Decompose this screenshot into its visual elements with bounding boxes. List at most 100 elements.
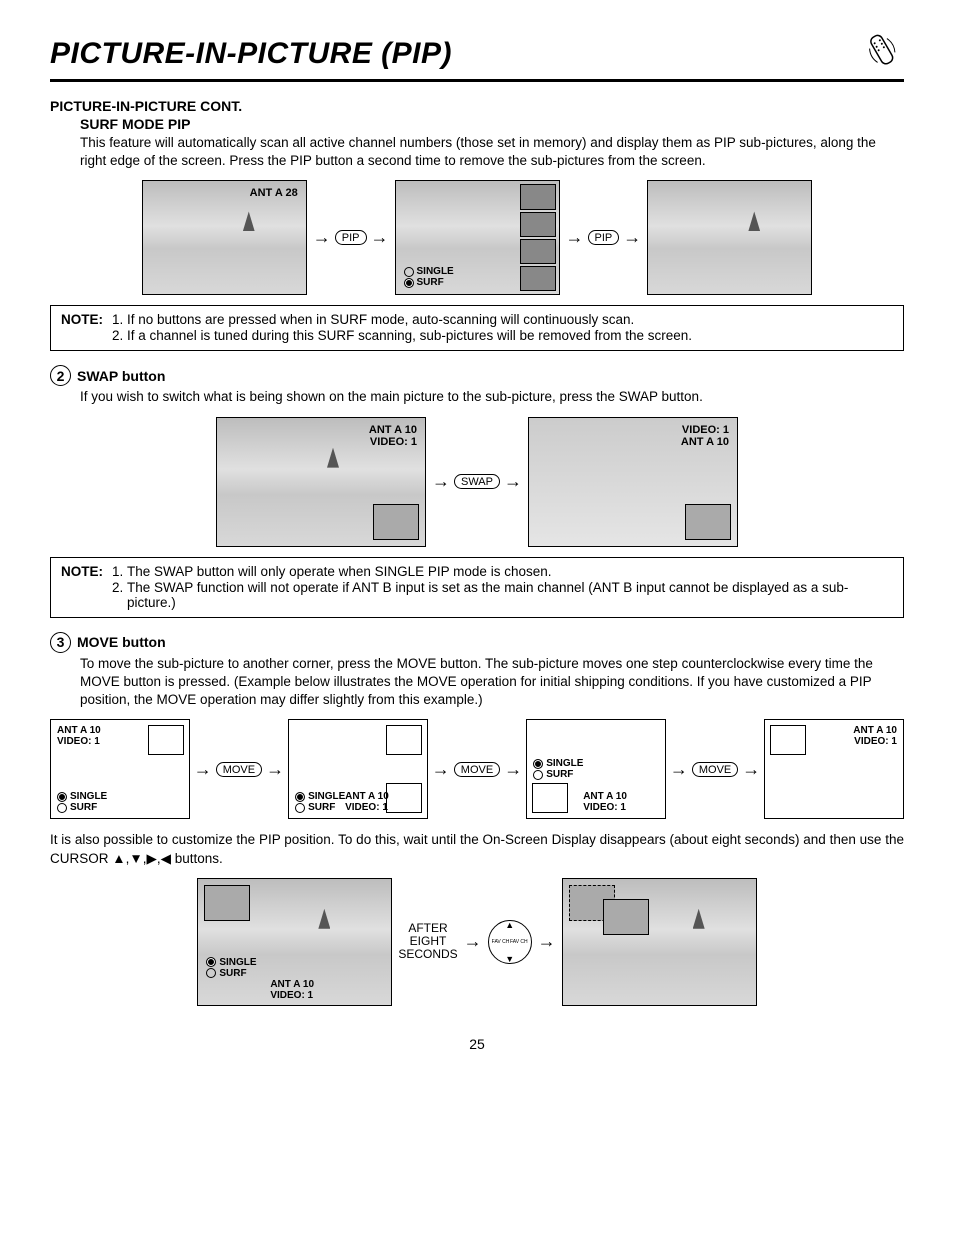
radio-group: SINGLE SURF [295, 791, 345, 813]
page-number: 25 [50, 1036, 904, 1052]
arrow-icon: → [504, 759, 522, 780]
osd-line: VIDEO: 1 [853, 736, 897, 747]
arrow-icon: → [371, 227, 389, 248]
radio-surf-label: SURF [417, 277, 444, 288]
arrow-icon: → [266, 759, 284, 780]
fav-ch-label: FAV CH [492, 939, 510, 945]
sub-picture [532, 783, 568, 813]
arrow-icon: → [538, 931, 556, 952]
move-body: To move the sub-picture to another corne… [80, 655, 904, 710]
osd-line: ANT A 10 [57, 725, 101, 736]
osd-move-3: ANT A 10 VIDEO: 1 [583, 791, 627, 813]
osd-swap-left: ANT A 10 VIDEO: 1 [369, 424, 417, 448]
osd-line: ANT A 10 [853, 725, 897, 736]
arrow-icon: → [623, 227, 641, 248]
osd-swap-right: VIDEO: 1 ANT A 10 [681, 424, 729, 448]
osd-line: ANT A 10 [270, 979, 314, 990]
screen-custom-1: SINGLE SURF ANT A 10 VIDEO: 1 [197, 878, 392, 1006]
surf-diagram: ANT A 28 → PIP → SINGLE SURF → PIP → [50, 180, 904, 295]
note2-item-1: The SWAP button will only operate when S… [127, 564, 893, 579]
arrow-icon: → [504, 471, 522, 492]
note-tag: NOTE: [61, 312, 103, 344]
osd-line: VIDEO: 1 [583, 802, 627, 813]
customize-diagram: SINGLE SURF ANT A 10 VIDEO: 1 AFTER EIGH… [50, 878, 904, 1006]
radio-group: SINGLE SURF [533, 758, 583, 780]
radio-single-label: SINGLE [70, 791, 107, 802]
radio-surf-label: SURF [546, 769, 573, 780]
cursor-pad-icon[interactable]: ▲▼ FAV CH FAV CH [488, 920, 532, 964]
radio-single-label: SINGLE [546, 758, 583, 769]
osd-line: ANT A 10 [583, 791, 627, 802]
move-button[interactable]: MOVE [454, 762, 500, 777]
sub-picture [864, 785, 898, 813]
surf-body: This feature will automatically scan all… [80, 134, 904, 170]
screen-surf-2: SINGLE SURF [395, 180, 560, 295]
sub-picture [148, 725, 184, 755]
after-line: SECONDS [398, 948, 457, 961]
heading-swap: SWAP button [77, 368, 165, 384]
sub-picture [386, 725, 422, 755]
arrow-icon: → [194, 759, 212, 780]
radio-surf-label: SURF [219, 968, 246, 979]
radio-single-label: SINGLE [417, 266, 454, 277]
note-box-1: NOTE: If no buttons are pressed when in … [50, 305, 904, 351]
sub-picture [386, 783, 422, 813]
arrow-icon: → [313, 227, 331, 248]
pip-button[interactable]: PIP [335, 230, 367, 245]
screen-move-4: ANT A 10 VIDEO: 1 [764, 719, 904, 819]
sub-picture [685, 504, 731, 540]
osd-move-1: ANT A 10 VIDEO: 1 [57, 725, 101, 747]
arrow-icon: → [566, 227, 584, 248]
note1-item-1: If no buttons are pressed when in SURF m… [127, 312, 692, 327]
move-button[interactable]: MOVE [692, 762, 738, 777]
note2-item-2: The SWAP function will not operate if AN… [127, 580, 893, 610]
heading-move: MOVE button [77, 634, 166, 650]
screen-swap-2: VIDEO: 1 ANT A 10 [528, 417, 738, 547]
sub-picture [770, 725, 806, 755]
heading-cont: PICTURE-IN-PICTURE CONT. [50, 98, 904, 114]
arrow-icon: → [464, 931, 482, 952]
move-diagram: ANT A 10 VIDEO: 1 SINGLE SURF → MOVE → S… [50, 719, 904, 819]
remote-icon [855, 23, 913, 84]
swap-body: If you wish to switch what is being show… [80, 388, 904, 406]
radio-group: SINGLE SURF [206, 957, 256, 979]
sub-picture [204, 885, 250, 921]
pip-button[interactable]: PIP [588, 230, 620, 245]
radio-single-label: SINGLE [308, 791, 345, 802]
osd-line: ANT A 10 [345, 791, 389, 802]
fav-ch-label: FAV CH [510, 939, 528, 945]
screen-custom-2 [562, 878, 757, 1006]
radio-single-label: SINGLE [219, 957, 256, 968]
osd-line: VIDEO: 1 [345, 802, 389, 813]
swap-button[interactable]: SWAP [454, 474, 500, 489]
note-tag: NOTE: [61, 564, 103, 611]
arrow-icon: → [432, 759, 450, 780]
after-label: AFTER EIGHT SECONDS [398, 922, 457, 962]
osd-move-4: ANT A 10 VIDEO: 1 [853, 725, 897, 747]
osd-ant-a-28: ANT A 28 [250, 187, 298, 199]
screen-move-1: ANT A 10 VIDEO: 1 SINGLE SURF [50, 719, 190, 819]
note-box-2: NOTE: The SWAP button will only operate … [50, 557, 904, 618]
arrow-icon: → [432, 471, 450, 492]
move-button[interactable]: MOVE [216, 762, 262, 777]
osd-line: ANT A 10 [681, 436, 729, 448]
osd-line: VIDEO: 1 [270, 990, 314, 1001]
osd-move-2: ANT A 10 VIDEO: 1 [345, 791, 389, 813]
note1-item-2: If a channel is tuned during this SURF s… [127, 328, 692, 343]
radio-surf-label: SURF [308, 802, 335, 813]
pip-strip [520, 184, 556, 291]
customize-body: It is also possible to customize the PIP… [50, 831, 904, 867]
screen-swap-1: ANT A 10 VIDEO: 1 [216, 417, 426, 547]
osd-line: VIDEO: 1 [681, 424, 729, 436]
heading-surf: SURF MODE PIP [80, 116, 904, 132]
page-title: PICTURE-IN-PICTURE (PIP) [50, 37, 452, 71]
step-2-icon: 2 [50, 365, 71, 386]
radio-surf-label: SURF [70, 802, 97, 813]
osd-custom: ANT A 10 VIDEO: 1 [270, 979, 314, 1001]
osd-line: VIDEO: 1 [57, 736, 101, 747]
osd-line: VIDEO: 1 [369, 436, 417, 448]
radio-group: SINGLE SURF [57, 791, 107, 813]
sub-picture [373, 504, 419, 540]
radio-single-surf: SINGLE SURF [404, 266, 454, 288]
screen-move-2: SINGLE SURF ANT A 10 VIDEO: 1 [288, 719, 428, 819]
